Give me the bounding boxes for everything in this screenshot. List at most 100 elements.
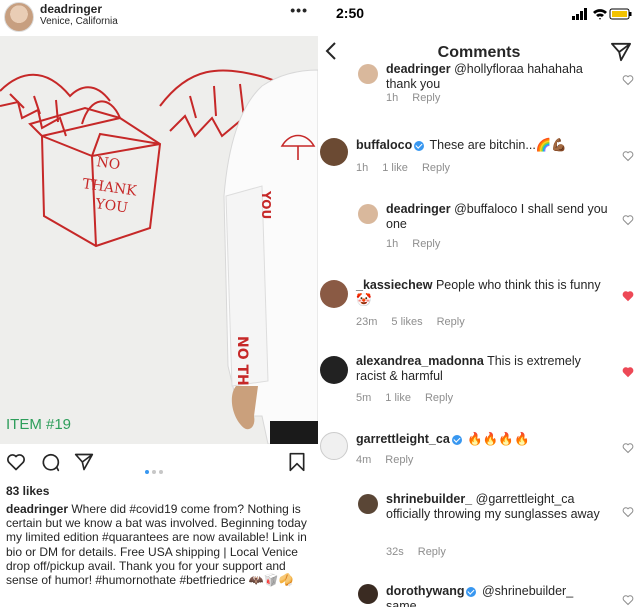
likes-count[interactable]: 83 likes: [6, 484, 49, 498]
box-text-you: YOU: [93, 196, 129, 217]
comment-text: dorothywang @shrinebuilder_ same: [386, 584, 606, 607]
verified-icon: [451, 434, 462, 445]
comment-username[interactable]: alexandrea_madonna: [356, 354, 484, 368]
heart-icon[interactable]: [6, 452, 26, 472]
reply-button[interactable]: Reply: [437, 316, 465, 328]
post-username[interactable]: deadringer: [40, 2, 102, 16]
comment-username[interactable]: deadringer: [386, 202, 451, 216]
carousel-dot: [152, 470, 156, 474]
post-caption: deadringer Where did #covid19 come from?…: [6, 502, 312, 587]
comment-item: shrinebuilder_ @garrettleight_ca officia…: [318, 492, 640, 562]
direct-send-icon[interactable]: [610, 42, 632, 62]
avatar[interactable]: [358, 204, 378, 224]
heart-icon[interactable]: [622, 150, 634, 162]
more-icon[interactable]: •••: [290, 2, 308, 18]
comment-item: deadringer @buffaloco I shall send you o…: [318, 200, 640, 256]
reply-button[interactable]: Reply: [422, 162, 450, 174]
verified-icon: [466, 586, 477, 597]
avatar[interactable]: [4, 2, 34, 32]
heart-icon[interactable]: [622, 290, 634, 302]
post-actions: [0, 446, 318, 482]
comment-username[interactable]: buffaloco: [356, 138, 412, 152]
avatar[interactable]: [358, 64, 378, 84]
carousel-dot: [145, 470, 149, 474]
comment-meta: 23m 5 likes Reply: [356, 316, 479, 328]
comment-meta: 1h Reply: [386, 238, 454, 250]
status-time: 2:50: [336, 5, 365, 21]
avatar[interactable]: [358, 494, 378, 514]
comment-item: _kassiechew People who think this is fun…: [318, 276, 640, 332]
reply-button[interactable]: Reply: [385, 454, 413, 466]
comment-text: _kassiechew People who think this is fun…: [356, 278, 611, 308]
box-text-no: NO: [95, 154, 121, 173]
avatar[interactable]: [320, 356, 348, 384]
status-bar: 2:50: [318, 0, 640, 28]
comment-item: garrettleight_ca 🔥🔥🔥🔥 4m Reply: [318, 430, 640, 474]
comment-meta: 1h 1 like Reply: [356, 162, 464, 174]
avatar[interactable]: [358, 584, 378, 604]
comment-username[interactable]: dorothywang: [386, 584, 464, 598]
share-icon[interactable]: [74, 452, 94, 472]
tshirt-illustration: NO THANK YOU NO THANK YOU: [0, 69, 318, 444]
comment-text: alexandrea_madonna This is extremely rac…: [356, 354, 611, 384]
comments-screen: 2:50 Comments deadringer @hollyfloraa ha…: [318, 0, 640, 607]
heart-icon[interactable]: [622, 594, 634, 606]
comment-meta: 5m 1 like Reply: [356, 392, 467, 404]
bookmark-icon[interactable]: [288, 452, 306, 472]
comment-meta: 4m Reply: [356, 454, 427, 466]
battery-icon: [609, 8, 632, 20]
carousel-dot: [159, 470, 163, 474]
post-location[interactable]: Venice, California: [40, 16, 118, 27]
comment-body: These are bitchin...🌈💪🏾: [429, 138, 567, 152]
svg-text:YOU: YOU: [259, 190, 273, 219]
heart-icon[interactable]: [622, 506, 634, 518]
comment-meta: 32s Reply: [386, 546, 460, 558]
nav-title: Comments: [437, 44, 521, 61]
comment-text: garrettleight_ca 🔥🔥🔥🔥: [356, 432, 611, 447]
caption-emojis: 🦇🥡🥠: [248, 573, 294, 588]
avatar[interactable]: [320, 432, 348, 460]
reply-button[interactable]: Reply: [425, 392, 453, 404]
heart-icon[interactable]: [622, 442, 634, 454]
avatar[interactable]: [320, 280, 348, 308]
carousel-dots: [145, 461, 166, 479]
comment-item: deadringer @hollyfloraa hahahaha thank y…: [318, 62, 640, 112]
item-label: ITEM #19: [6, 416, 72, 433]
reply-button[interactable]: Reply: [412, 92, 440, 104]
comment-time: 1h: [386, 238, 399, 250]
comment-item: dorothywang @shrinebuilder_ same: [318, 582, 640, 607]
comment-item: buffaloco These are bitchin...🌈💪🏾 1h 1 li…: [318, 136, 640, 182]
post-image[interactable]: NO THANK YOU NO THANK YOU ITEM #19: [0, 36, 318, 444]
comment-likes[interactable]: 1 like: [385, 392, 411, 404]
comment-likes[interactable]: 1 like: [382, 162, 408, 174]
comment-time: 23m: [356, 316, 378, 328]
comment-time: 4m: [356, 454, 372, 466]
box-text-thank: THANK: [81, 176, 138, 199]
comment-likes[interactable]: 5 likes: [391, 316, 422, 328]
comment-text: deadringer @hollyfloraa hahahaha thank y…: [386, 62, 611, 92]
comment-time: 5m: [356, 392, 372, 404]
verified-icon: [414, 140, 425, 151]
comment-text: buffaloco These are bitchin...🌈💪🏾: [356, 138, 611, 153]
reply-button[interactable]: Reply: [412, 238, 440, 250]
heart-icon[interactable]: [622, 366, 634, 378]
status-icons: [572, 7, 632, 25]
reply-button[interactable]: Reply: [418, 546, 446, 558]
comment-meta: 1h Reply: [386, 92, 454, 104]
comment-time: 1h: [386, 92, 399, 104]
heart-icon[interactable]: [622, 74, 634, 86]
comment-username[interactable]: shrinebuilder_: [386, 492, 472, 506]
comment-username[interactable]: _kassiechew: [356, 278, 432, 292]
heart-icon[interactable]: [622, 214, 634, 226]
signal-icon: [572, 8, 587, 20]
comment-username[interactable]: deadringer: [386, 62, 451, 76]
avatar[interactable]: [320, 138, 348, 166]
caption-username[interactable]: deadringer: [6, 502, 68, 516]
comment-text: deadringer @buffaloco I shall send you o…: [386, 202, 611, 232]
comment-body: 🔥🔥🔥🔥: [467, 432, 530, 446]
comment-time: 1h: [356, 162, 369, 174]
comment-icon[interactable]: [40, 452, 60, 472]
comments-list: deadringer @hollyfloraa hahahaha thank y…: [318, 62, 640, 607]
comment-username[interactable]: garrettleight_ca: [356, 432, 450, 446]
comment-text: shrinebuilder_ @garrettleight_ca officia…: [386, 492, 606, 522]
